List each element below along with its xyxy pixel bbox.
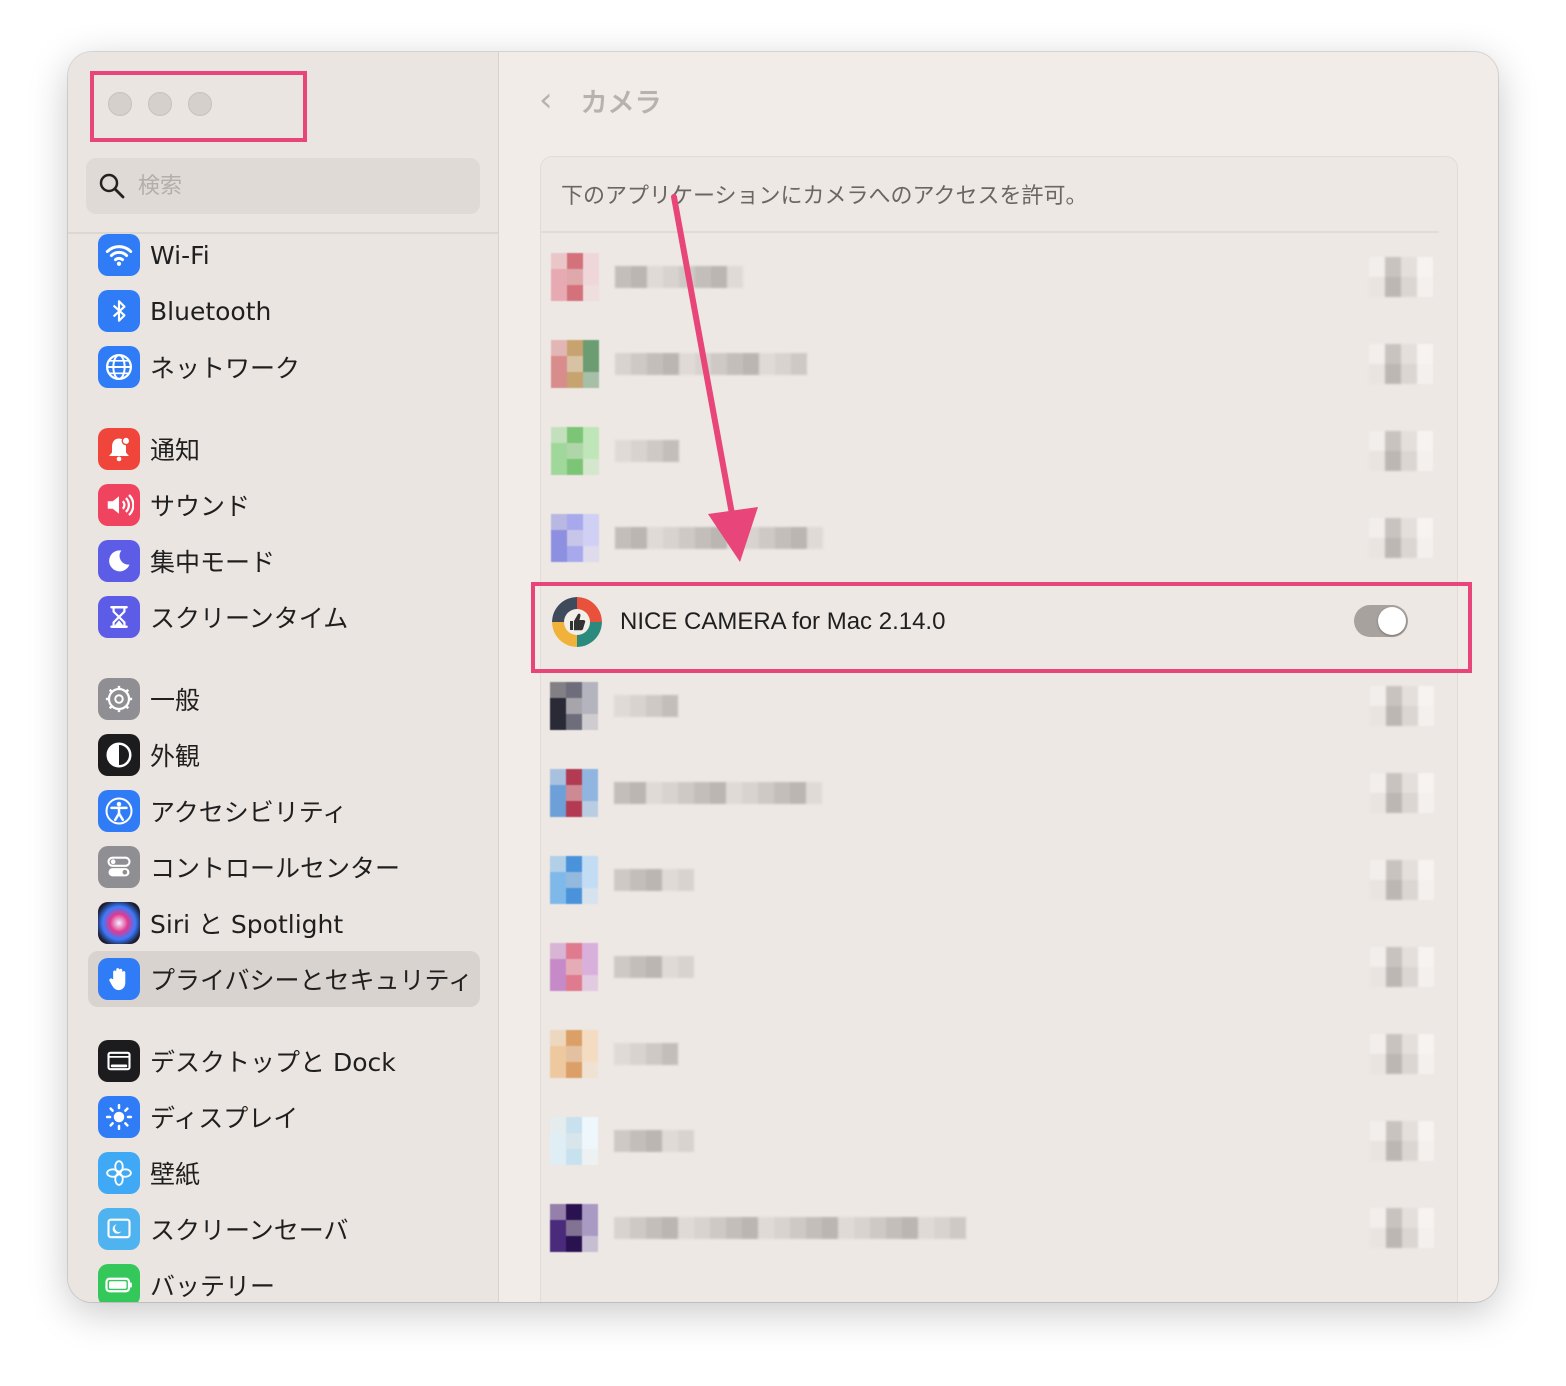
sidebar-item-label: ネットワーク (150, 354, 301, 383)
bluetooth-icon (98, 290, 140, 332)
sidebar-item-label: 一般 (150, 686, 201, 715)
sun-icon (98, 1096, 140, 1138)
redacted-app-row (540, 923, 1458, 1010)
redacted-app-row (541, 320, 1457, 407)
redacted-app-row (541, 233, 1457, 320)
screensaver-icon (98, 1208, 140, 1250)
sidebar-item-appearance[interactable]: 外観 (88, 727, 480, 783)
redacted-app-row (540, 662, 1458, 749)
search-input[interactable] (138, 173, 438, 199)
flower-icon (98, 1152, 140, 1194)
sidebar-item-label: 外観 (150, 742, 201, 771)
settings-window: Wi-Fi Bluetooth ネットワーク 通知 サウンド 集中モード (68, 52, 1498, 1302)
header: ‹ カメラ (539, 80, 662, 120)
sidebar-item-screen-time[interactable]: スクリーンタイム (88, 589, 480, 645)
sidebar-item-notifications[interactable]: 通知 (88, 421, 480, 477)
wifi-icon (98, 234, 140, 276)
sidebar-list: Wi-Fi Bluetooth ネットワーク 通知 サウンド 集中モード スクリ… (88, 227, 480, 1302)
sidebar-item-wifi[interactable]: Wi-Fi (88, 227, 480, 283)
control-center-icon (98, 846, 140, 888)
search-box[interactable] (86, 158, 480, 214)
sidebar-item-label: スクリーンセーバ (150, 1216, 349, 1245)
redacted-app-row (540, 836, 1458, 923)
title-highlight-box (90, 71, 307, 142)
sidebar-item-display[interactable]: ディスプレイ (88, 1089, 480, 1145)
redacted-app-row (540, 1097, 1458, 1184)
sidebar-item-label: 通知 (150, 436, 201, 465)
sidebar-item-control-center[interactable]: コントロールセンター (88, 839, 480, 895)
blurred-rows-top (541, 233, 1457, 581)
siri-icon (98, 902, 140, 944)
sidebar-item-label: バッテリー (150, 1272, 276, 1301)
sidebar-item-general[interactable]: 一般 (88, 671, 480, 727)
sidebar-item-sound[interactable]: サウンド (88, 477, 480, 533)
sidebar-item-label: サウンド (150, 492, 251, 521)
sidebar-item-label: Bluetooth (150, 296, 272, 326)
sidebar-item-accessibility[interactable]: アクセシビリティ (88, 783, 480, 839)
appearance-icon (98, 734, 140, 776)
description-text: 下のアプリケーションにカメラへのアクセスを許可。 (561, 184, 1088, 209)
sidebar-item-label: アクセシビリティ (150, 798, 348, 827)
sidebar-item-battery[interactable]: バッテリー (88, 1257, 480, 1302)
sidebar-item-label: 集中モード (150, 548, 276, 577)
moon-icon (98, 540, 140, 582)
dock-icon (98, 1040, 140, 1082)
sidebar-item-focus[interactable]: 集中モード (88, 533, 480, 589)
sidebar-item-label: スクリーンタイム (150, 604, 349, 633)
redacted-app-row (541, 494, 1457, 581)
battery-icon (98, 1264, 140, 1302)
page-title: カメラ (580, 87, 662, 119)
sidebar-item-label: デスクトップと Dock (150, 1048, 396, 1077)
redacted-app-row (540, 1184, 1458, 1271)
sidebar-item-label: 壁紙 (150, 1160, 201, 1189)
speaker-icon (98, 484, 140, 526)
sidebar-item-label: プライバシーとセキュリティ (150, 966, 474, 995)
sidebar-item-label: Siri と Spotlight (150, 910, 344, 939)
sidebar-item-label: Wi-Fi (150, 240, 210, 270)
gear-icon (98, 678, 140, 720)
globe-icon (98, 346, 140, 388)
sidebar-item-network[interactable]: ネットワーク (88, 339, 480, 395)
blurred-rows-bottom (540, 662, 1458, 1271)
sidebar-item-siri-spotlight[interactable]: Siri と Spotlight (88, 895, 480, 951)
sidebar: Wi-Fi Bluetooth ネットワーク 通知 サウンド 集中モード (68, 52, 499, 1302)
sidebar-item-label: コントロールセンター (150, 854, 401, 883)
bell-icon (98, 428, 140, 470)
sidebar-item-privacy-security[interactable]: プライバシーとセキュリティ (88, 951, 480, 1007)
accessibility-icon (98, 790, 140, 832)
sidebar-item-label: ディスプレイ (150, 1104, 299, 1133)
sidebar-item-desktop-dock[interactable]: デスクトップと Dock (88, 1033, 480, 1089)
sidebar-item-wallpaper[interactable]: 壁紙 (88, 1145, 480, 1201)
main-content: ‹ カメラ 下のアプリケーションにカメラへのアクセスを許可。 NICE CAME… (499, 52, 1498, 1302)
hourglass-icon (98, 596, 140, 638)
chevron-left-icon[interactable]: ‹ (539, 80, 553, 120)
app-highlight-box (531, 582, 1472, 673)
sidebar-item-bluetooth[interactable]: Bluetooth (88, 283, 480, 339)
hand-icon (98, 958, 140, 1000)
search-icon (99, 173, 125, 199)
panel-description: 下のアプリケーションにカメラへのアクセスを許可。 (541, 157, 1439, 233)
redacted-app-row (541, 407, 1457, 494)
sidebar-item-screensaver[interactable]: スクリーンセーバ (88, 1201, 480, 1257)
redacted-app-row (540, 749, 1458, 836)
redacted-app-row (540, 1010, 1458, 1097)
